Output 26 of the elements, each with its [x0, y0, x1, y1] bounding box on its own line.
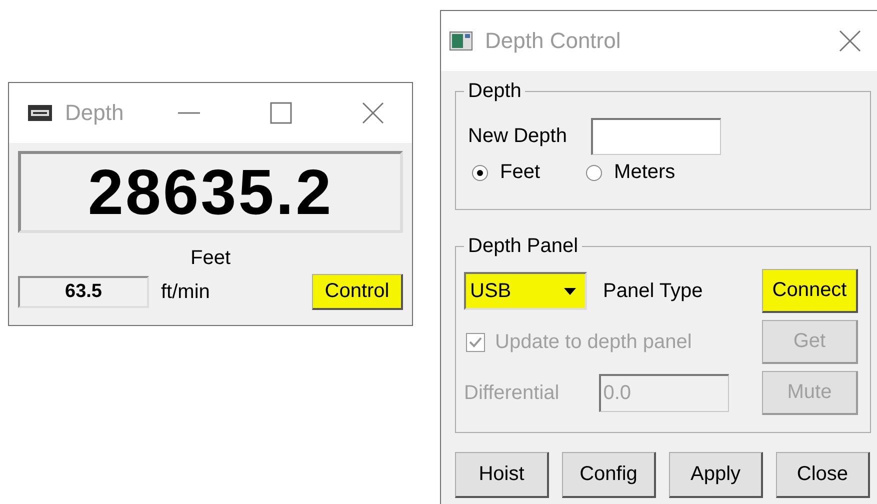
- button[interactable]: Config: [562, 452, 656, 498]
- field-label: Panel Type: [603, 280, 703, 302]
- radio-button[interactable]: Feet: [472, 161, 540, 184]
- field-label: Differential: [464, 382, 560, 404]
- depth-value: 28635.2: [88, 155, 334, 229]
- panel-type-dropdown[interactable]: USB: [464, 272, 587, 310]
- button[interactable]: Control: [312, 274, 403, 310]
- window-title: Depth Control: [485, 28, 622, 54]
- rate-unit: ft/min: [161, 280, 210, 304]
- button[interactable]: Hoist: [455, 452, 549, 498]
- radio-button[interactable]: Meters: [586, 161, 676, 184]
- window-title: Depth: [65, 100, 125, 126]
- close-icon[interactable]: [839, 30, 861, 52]
- button[interactable]: Close: [776, 452, 870, 498]
- close-icon[interactable]: [362, 102, 384, 124]
- rate-readout: 63.5: [18, 276, 149, 308]
- field-label: New Depth: [468, 125, 567, 148]
- button[interactable]: Apply: [669, 452, 763, 498]
- button[interactable]: Connect: [762, 269, 858, 313]
- new-depth-field[interactable]: [590, 118, 721, 155]
- unit-label: Feet: [190, 247, 231, 270]
- checkmark-icon: [469, 336, 482, 348]
- dropdown-arrow-icon: [564, 288, 576, 294]
- app-icon: [449, 31, 473, 51]
- app-icon: [27, 104, 53, 122]
- maximize-icon[interactable]: [270, 102, 292, 124]
